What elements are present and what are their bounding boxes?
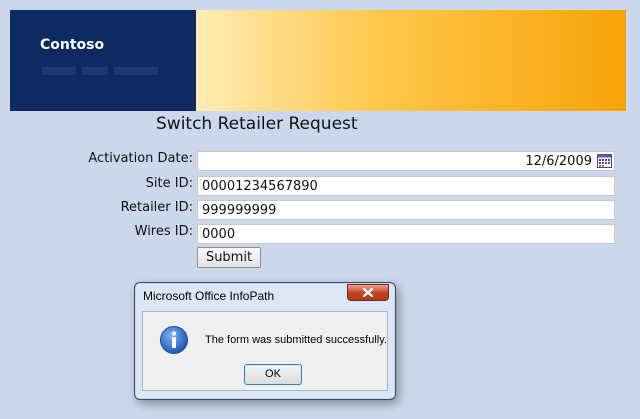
form-title: Switch Retailer Request (156, 114, 358, 134)
wires-id-field[interactable]: 0000 (197, 224, 615, 244)
close-icon (362, 287, 374, 298)
dialog-title: Microsoft Office InfoPath (143, 289, 275, 303)
site-id-label: Site ID: (145, 176, 193, 191)
dialog-message: The form was submitted successfully. (205, 334, 387, 346)
activation-date-field[interactable]: 12/6/2009 (197, 151, 615, 171)
dialog-body: The form was submitted successfully. OK (142, 311, 388, 391)
activation-date-label: Activation Date: (88, 151, 193, 166)
calendar-icon[interactable] (597, 154, 612, 168)
site-id-field[interactable]: 00001234567890 (197, 176, 615, 196)
brand-block: Contoso (10, 10, 196, 111)
submit-button[interactable]: Submit (197, 247, 261, 268)
retailer-id-label: Retailer ID: (120, 200, 193, 215)
info-icon (160, 326, 188, 354)
dialog-close-button[interactable] (347, 284, 389, 301)
logo-watermark (42, 67, 158, 75)
wires-id-label: Wires ID: (134, 224, 193, 239)
header-banner: Contoso (10, 10, 626, 111)
company-logo-text: Contoso (40, 37, 105, 53)
retailer-id-field[interactable]: 999999999 (197, 200, 615, 220)
ok-button[interactable]: OK (244, 364, 302, 385)
message-dialog: Microsoft Office InfoPath The form was s… (134, 282, 396, 400)
activation-date-value: 12/6/2009 (525, 154, 592, 169)
